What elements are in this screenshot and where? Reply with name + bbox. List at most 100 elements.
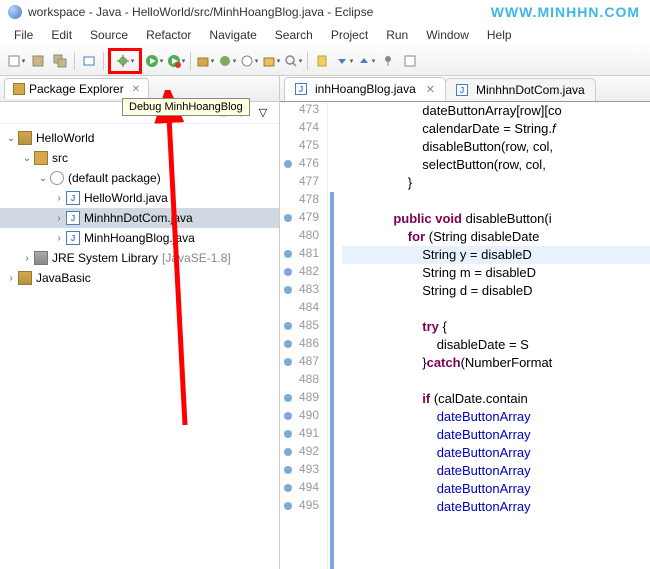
menu-project[interactable]: Project	[323, 26, 376, 44]
line-number: 473	[280, 102, 327, 120]
code-text-area[interactable]: dateButtonArray[row][co calendarDate = S…	[342, 102, 650, 569]
file-label: MinhhnDotCom.java	[84, 211, 193, 225]
new-class-button[interactable]	[217, 51, 237, 71]
expand-icon[interactable]: ›	[52, 233, 66, 244]
code-line[interactable]: }catch(NumberFormat	[342, 354, 650, 372]
code-line[interactable]: dateButtonArray	[342, 480, 650, 498]
new-button[interactable]	[6, 51, 26, 71]
menu-help[interactable]: Help	[479, 26, 520, 44]
save-all-button[interactable]	[50, 51, 70, 71]
expand-icon[interactable]: ⌄	[4, 133, 18, 144]
breakpoint-marker-icon[interactable]	[284, 214, 292, 222]
menu-window[interactable]: Window	[418, 26, 477, 44]
code-line[interactable]: String m = disableD	[342, 264, 650, 282]
new-package-button[interactable]	[195, 51, 215, 71]
menu-source[interactable]: Source	[82, 26, 136, 44]
close-icon[interactable]: ✕	[132, 84, 140, 95]
search-button[interactable]	[283, 51, 303, 71]
code-line[interactable]: String d = disableD	[342, 282, 650, 300]
menu-search[interactable]: Search	[267, 26, 321, 44]
menu-refactor[interactable]: Refactor	[138, 26, 199, 44]
expand-icon[interactable]: ›	[20, 253, 34, 264]
pin-button[interactable]	[378, 51, 398, 71]
breakpoint-marker-icon[interactable]	[284, 160, 292, 168]
code-line[interactable]: if (calDate.contain	[342, 390, 650, 408]
expand-icon[interactable]: ⌄	[20, 153, 34, 164]
code-line[interactable]	[342, 372, 650, 390]
eclipse-icon	[8, 5, 22, 19]
breakpoint-marker-icon[interactable]	[284, 484, 292, 492]
code-line[interactable]	[342, 192, 650, 210]
code-line[interactable]: for (String disableDate	[342, 228, 650, 246]
line-number: 484	[280, 300, 327, 318]
breakpoint-marker-icon[interactable]	[284, 466, 292, 474]
code-line[interactable]: dateButtonArray	[342, 462, 650, 480]
code-line[interactable]: selectButton(row, col,	[342, 156, 650, 174]
breakpoint-marker-icon[interactable]	[284, 448, 292, 456]
breakpoint-marker-icon[interactable]	[284, 286, 292, 294]
breakpoint-marker-icon[interactable]	[284, 394, 292, 402]
package-explorer-view: Package Explorer ✕ Debug MinhHoangBlog ⊟…	[0, 76, 280, 569]
code-line[interactable]: dateButtonArray	[342, 426, 650, 444]
code-line[interactable]: public void disableButton(i	[342, 210, 650, 228]
code-line[interactable]: dateButtonArray	[342, 408, 650, 426]
tree-src[interactable]: ⌄ src	[0, 148, 279, 168]
code-line[interactable]: try {	[342, 318, 650, 336]
tree-package[interactable]: ⌄ (default package)	[0, 168, 279, 188]
tree-file[interactable]: › J HelloWorld.java	[0, 188, 279, 208]
view-menu-icon[interactable]: ▽	[255, 105, 271, 121]
save-button[interactable]	[28, 51, 48, 71]
code-line[interactable]: calendarDate = String.f	[342, 120, 650, 138]
toolbar-separator	[307, 52, 308, 70]
tree-file[interactable]: › J MinhhnDotCom.java	[0, 208, 279, 228]
code-line[interactable]: disableDate = S	[342, 336, 650, 354]
code-line[interactable]	[342, 300, 650, 318]
tree-file[interactable]: › J MinhHoangBlog.java	[0, 228, 279, 248]
code-line[interactable]: dateButtonArray[row][co	[342, 102, 650, 120]
tree-project[interactable]: › JavaBasic	[0, 268, 279, 288]
run-last-button[interactable]	[166, 51, 186, 71]
close-icon[interactable]: ✕	[426, 83, 435, 96]
menu-navigate[interactable]: Navigate	[201, 26, 264, 44]
code-line[interactable]: dateButtonArray	[342, 444, 650, 462]
toggle-button[interactable]	[79, 51, 99, 71]
menu-edit[interactable]: Edit	[43, 26, 80, 44]
expand-icon[interactable]: ⌄	[36, 173, 50, 184]
breakpoint-marker-icon[interactable]	[284, 268, 292, 276]
toggle-mark-button[interactable]	[312, 51, 332, 71]
code-line[interactable]: String y = disableD	[342, 246, 650, 264]
breakpoint-marker-icon[interactable]	[284, 322, 292, 330]
project-tree: ⌄ HelloWorld ⌄ src ⌄ (default package) ›…	[0, 124, 279, 292]
breakpoint-marker-icon[interactable]	[284, 340, 292, 348]
code-line[interactable]: disableButton(row, col,	[342, 138, 650, 156]
breakpoint-marker-icon[interactable]	[284, 412, 292, 420]
breakpoint-marker-icon[interactable]	[284, 430, 292, 438]
editor-content[interactable]: 4734744754764774784794804814824834844854…	[280, 102, 650, 569]
menu-file[interactable]: File	[6, 26, 41, 44]
debug-button[interactable]	[115, 51, 135, 71]
new-type-button[interactable]	[239, 51, 259, 71]
run-button[interactable]	[144, 51, 164, 71]
fold-strip	[328, 102, 342, 569]
expand-icon[interactable]: ›	[52, 193, 66, 204]
tree-jre[interactable]: › JRE System Library [JavaSE-1.8]	[0, 248, 279, 268]
prev-annotation-button[interactable]	[356, 51, 376, 71]
line-number: 482	[280, 264, 327, 282]
line-number-gutter: 4734744754764774784794804814824834844854…	[280, 102, 328, 569]
open-type-button[interactable]	[261, 51, 281, 71]
package-label: (default package)	[68, 171, 161, 185]
next-annotation-button[interactable]	[334, 51, 354, 71]
editor-tab-active[interactable]: J inhHoangBlog.java ✕	[284, 77, 446, 101]
expand-icon[interactable]: ›	[52, 213, 66, 224]
breakpoint-marker-icon[interactable]	[284, 502, 292, 510]
code-line[interactable]: dateButtonArray	[342, 498, 650, 516]
editor-tab[interactable]: J MinhhnDotCom.java	[445, 78, 596, 101]
menu-run[interactable]: Run	[378, 26, 416, 44]
breakpoint-marker-icon[interactable]	[284, 358, 292, 366]
expand-icon[interactable]: ›	[4, 273, 18, 284]
breakpoint-marker-icon[interactable]	[284, 250, 292, 258]
package-explorer-tab[interactable]: Package Explorer ✕	[4, 78, 149, 99]
code-line[interactable]: }	[342, 174, 650, 192]
task-button[interactable]	[400, 51, 420, 71]
tree-project[interactable]: ⌄ HelloWorld	[0, 128, 279, 148]
